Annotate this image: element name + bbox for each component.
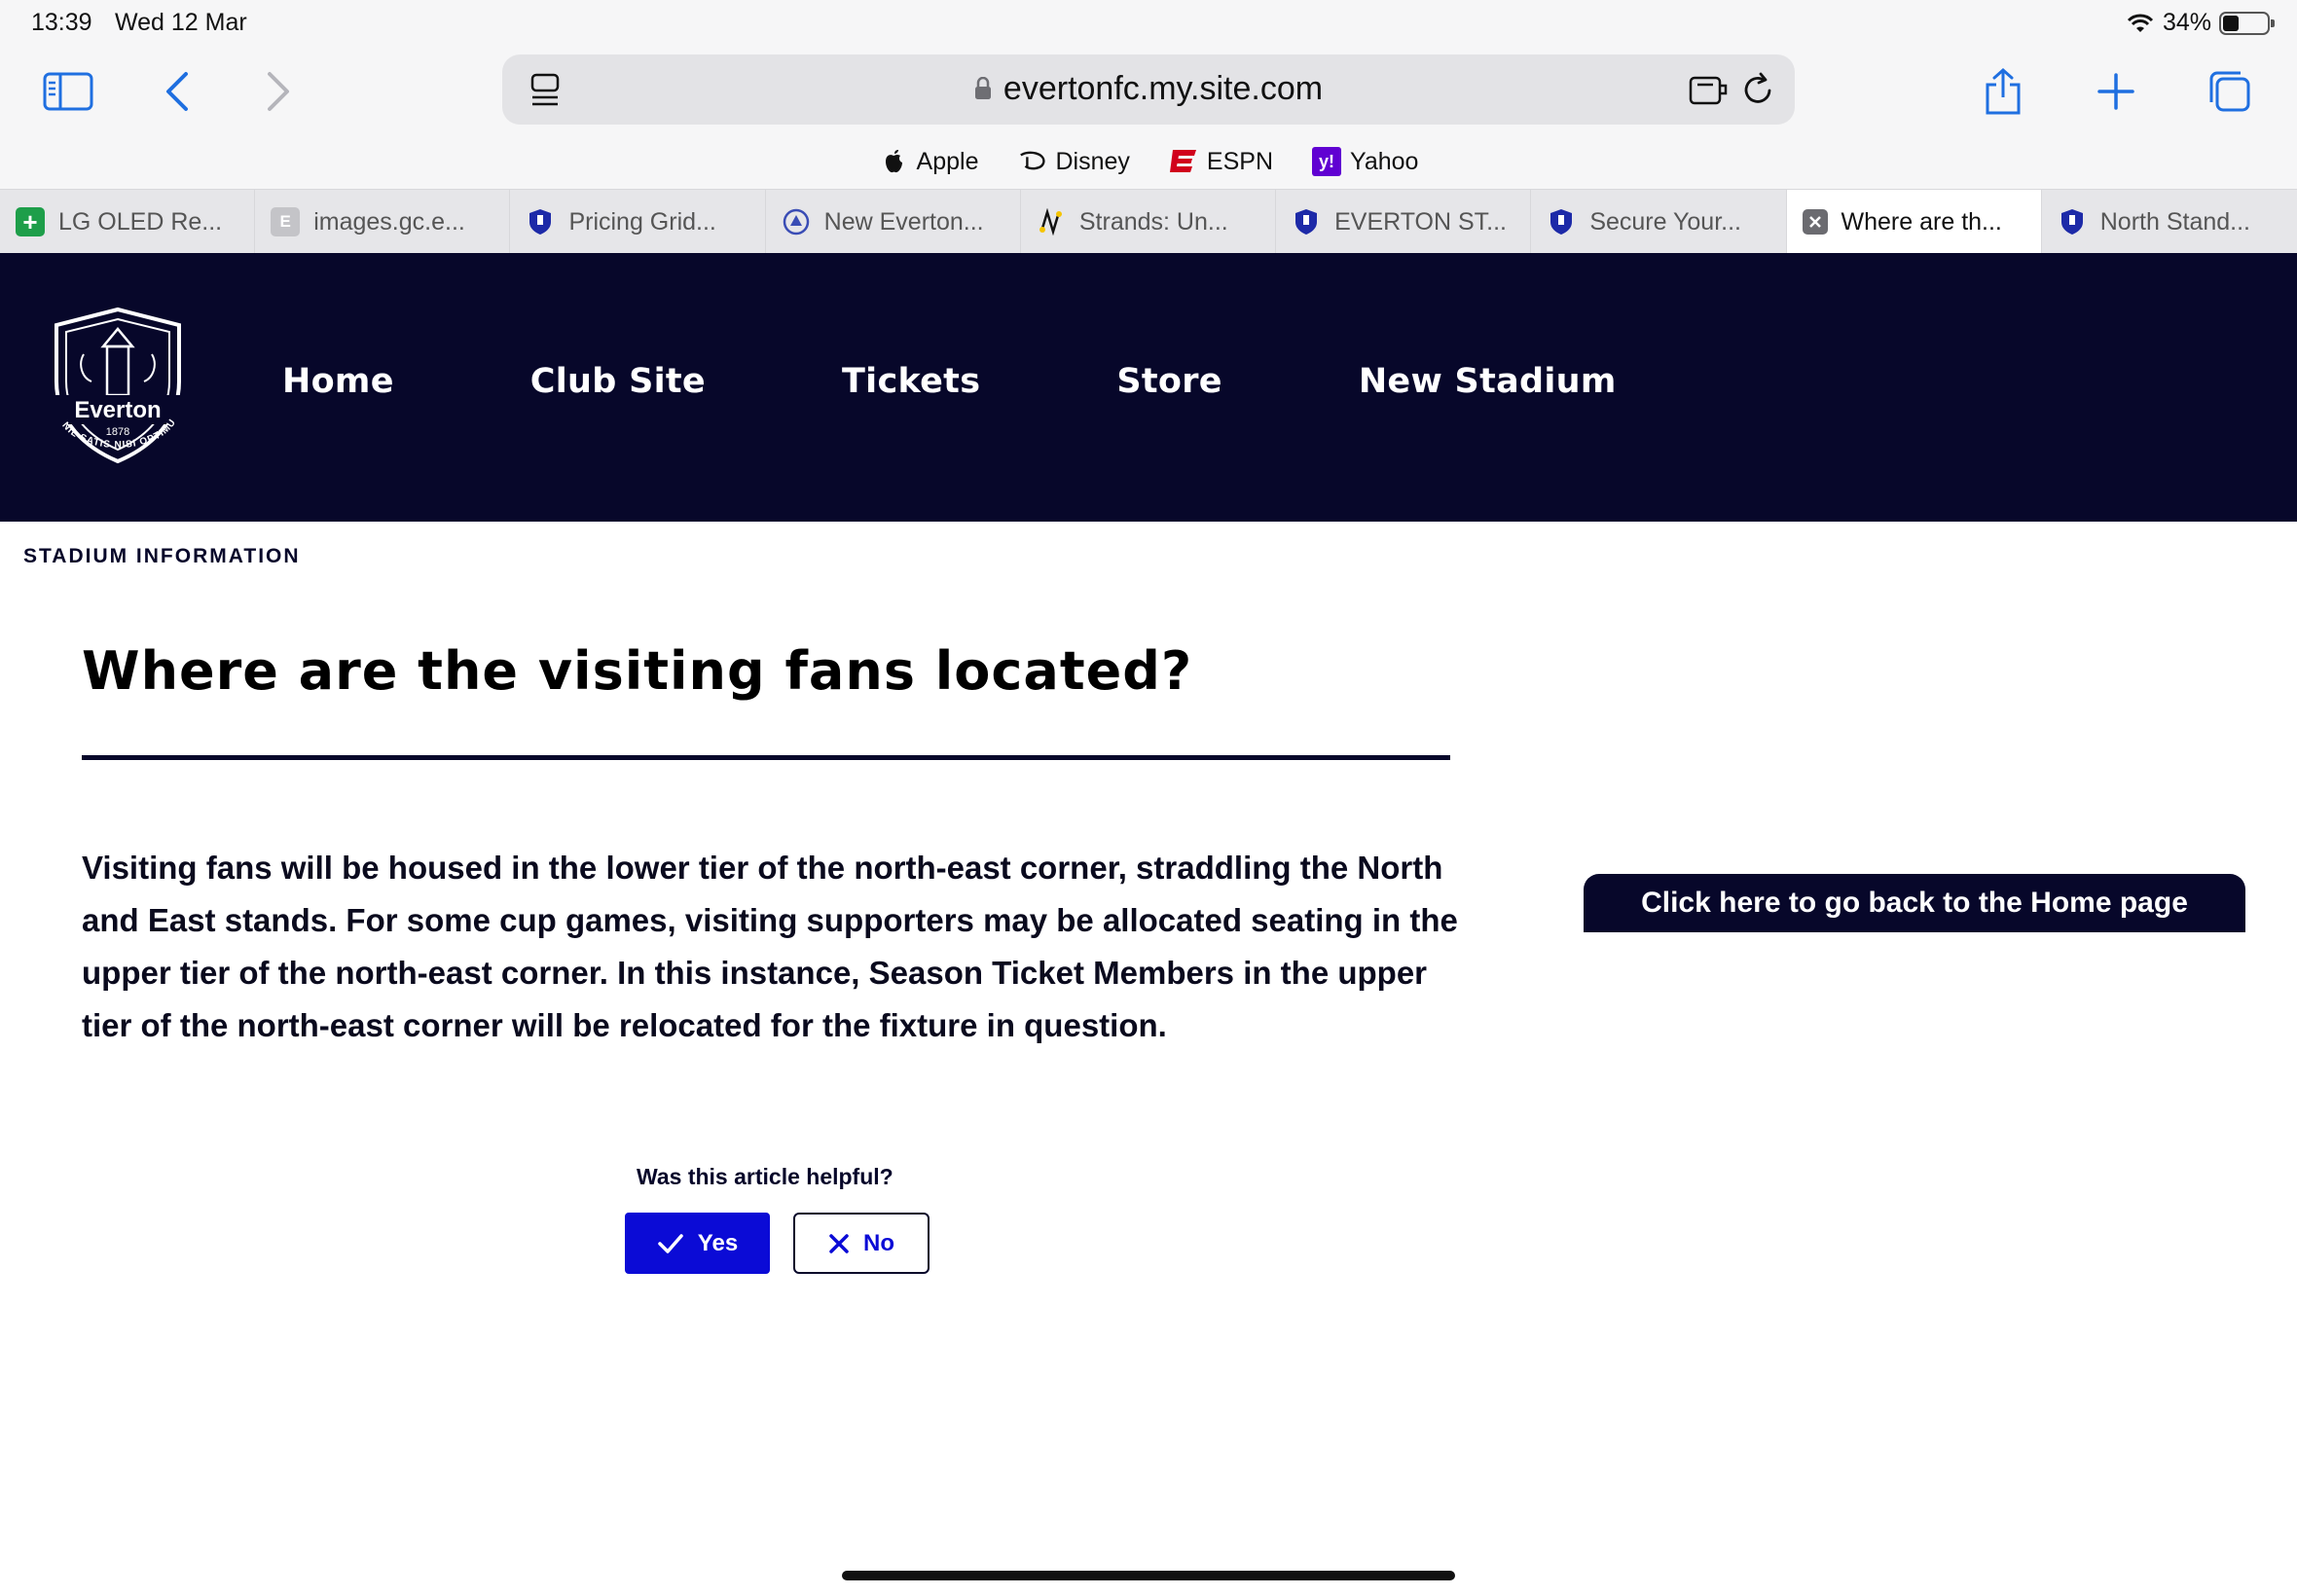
- new-tab-icon[interactable]: [2089, 64, 2143, 119]
- favorite-label: ESPN: [1206, 147, 1274, 175]
- tab-label: images.gc.e...: [313, 207, 465, 236]
- favorite-label: Disney: [1055, 147, 1130, 175]
- tab-label: LG OLED Re...: [58, 207, 223, 236]
- everton-crest-favicon: [1547, 207, 1576, 236]
- apple-icon: [879, 147, 908, 176]
- stadium-crest-favicon: [782, 207, 811, 236]
- nav-store[interactable]: Store: [1116, 362, 1221, 401]
- sidebar-toggle-icon[interactable]: [41, 64, 95, 119]
- status-bar: 13:39 Wed 12 Mar 34%: [0, 0, 2297, 47]
- tab-pricing-grid[interactable]: Pricing Grid...: [510, 190, 766, 254]
- browser-chrome: 13:39 Wed 12 Mar 34% evertonfc.my.site.c…: [0, 0, 2297, 254]
- reload-icon[interactable]: [1740, 71, 1775, 108]
- feedback-yes-label: Yes: [697, 1229, 739, 1256]
- everton-crest-logo[interactable]: Everton 1878 NIL SATIS NISI OPTIMUM: [35, 304, 201, 469]
- home-indicator[interactable]: [842, 1571, 1455, 1580]
- favorite-yahoo[interactable]: y! Yahoo: [1312, 147, 1418, 176]
- favorite-label: Apple: [916, 147, 979, 175]
- x-icon: [829, 1233, 849, 1253]
- url-text: evertonfc.my.site.com: [1003, 70, 1324, 107]
- espn-icon: [1169, 147, 1198, 176]
- wifi-icon: [2127, 14, 2154, 32]
- disney-icon: [1018, 147, 1047, 176]
- main-nav: Home Club Site Tickets Store New Stadium: [282, 362, 1753, 401]
- forward-icon[interactable]: [251, 64, 306, 119]
- tab-bar: + LG OLED Re... Eimages.gc.e... Pricing G…: [0, 189, 2297, 254]
- letter-e-favicon: E: [271, 207, 301, 236]
- tab-images[interactable]: Eimages.gc.e...: [255, 190, 511, 254]
- favorite-apple[interactable]: Apple: [879, 147, 979, 176]
- share-icon[interactable]: [1976, 64, 2030, 119]
- status-date: Wed 12 Mar: [115, 9, 247, 36]
- favorites-bar: Apple Disney ESPN y! Yahoo: [0, 136, 2297, 187]
- tab-where-are-the[interactable]: Where are th...: [1786, 190, 2042, 254]
- tab-label: New Everton...: [823, 207, 984, 236]
- tab-secure-your[interactable]: Secure Your...: [1531, 190, 1787, 254]
- nav-new-stadium[interactable]: New Stadium: [1359, 362, 1617, 401]
- status-indicators: 34%: [2126, 9, 2275, 37]
- breadcrumb[interactable]: STADIUM INFORMATION: [23, 545, 301, 568]
- favorite-espn[interactable]: ESPN: [1169, 147, 1273, 176]
- nav-tickets[interactable]: Tickets: [842, 362, 980, 401]
- article-title: Where are the visiting fans located?: [82, 640, 1193, 702]
- tab-label: Strands: Un...: [1078, 207, 1228, 236]
- favorite-label: Yahoo: [1350, 147, 1419, 175]
- article-body: Visiting fans will be housed in the lowe…: [82, 850, 1458, 1043]
- tab-north-stand[interactable]: North Stand...: [2041, 190, 2297, 254]
- favorite-disney[interactable]: Disney: [1018, 147, 1130, 176]
- strands-favicon: [1037, 207, 1066, 236]
- close-icon[interactable]: [1802, 209, 1828, 235]
- tab-lg-oled[interactable]: + LG OLED Re...: [0, 190, 256, 254]
- feedback-yes-button[interactable]: Yes: [625, 1213, 770, 1274]
- crest-name: Everton: [74, 397, 161, 423]
- tab-label: Pricing Grid...: [568, 207, 716, 236]
- tab-label: Secure Your...: [1589, 207, 1741, 236]
- tab-label: EVERTON ST...: [1334, 207, 1507, 236]
- checkmark-icon: [658, 1233, 683, 1253]
- battery-percent: 34%: [2162, 9, 2211, 36]
- tab-label: Where are th...: [1841, 207, 2002, 236]
- feedback-no-button[interactable]: No: [793, 1213, 930, 1274]
- feedback-no-label: No: [863, 1229, 894, 1256]
- back-to-home-button[interactable]: Click here to go back to the Home page: [1584, 874, 2245, 932]
- address-bar[interactable]: evertonfc.my.site.com: [502, 54, 1795, 125]
- yahoo-icon: y!: [1312, 147, 1342, 176]
- tab-label: North Stand...: [2099, 207, 2250, 236]
- tab-everton-st[interactable]: EVERTON ST...: [1276, 190, 1532, 254]
- url-display: evertonfc.my.site.com: [502, 70, 1795, 108]
- title-divider: [82, 755, 1450, 760]
- battery-icon: [2219, 11, 2275, 35]
- back-icon[interactable]: [150, 64, 204, 119]
- everton-crest-favicon: [2058, 207, 2087, 236]
- nav-home[interactable]: Home: [282, 362, 394, 401]
- plus-favicon: +: [16, 207, 45, 236]
- extensions-icon[interactable]: [1688, 72, 1731, 107]
- nav-club-site[interactable]: Club Site: [530, 362, 706, 401]
- everton-crest-favicon: [1292, 207, 1321, 236]
- crest-year: 1878: [106, 426, 129, 438]
- lock-icon: [974, 71, 992, 99]
- battery-fill: [2223, 15, 2240, 31]
- browser-toolbar: evertonfc.my.site.com: [0, 47, 2297, 134]
- everton-crest-favicon: [526, 207, 555, 236]
- site-header: Everton 1878 NIL SATIS NISI OPTIMUM Home…: [0, 253, 2297, 522]
- tab-new-everton[interactable]: New Everton...: [765, 190, 1021, 254]
- tab-overview-icon[interactable]: [2202, 64, 2256, 119]
- feedback-question: Was this article helpful?: [637, 1164, 893, 1189]
- tab-strands[interactable]: Strands: Un...: [1020, 190, 1277, 254]
- status-time: 13:39: [31, 9, 92, 36]
